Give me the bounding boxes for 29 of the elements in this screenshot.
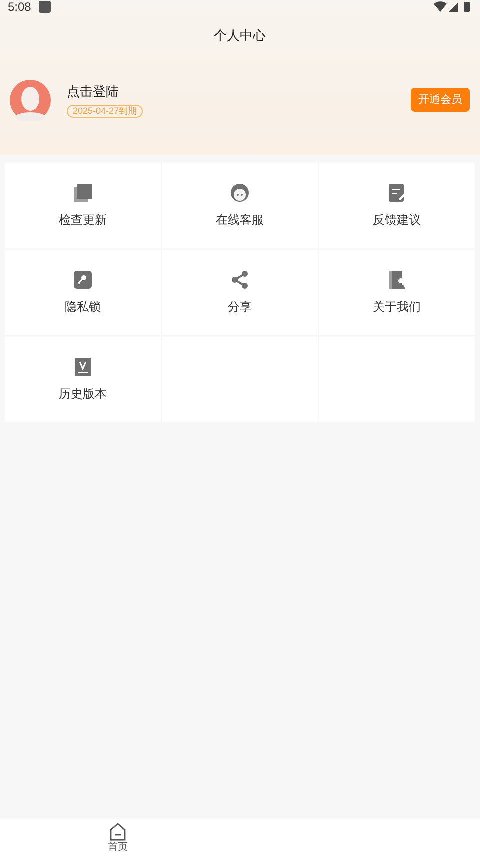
menu-label: 分享: [228, 298, 252, 316]
menu-label: 反馈建议: [373, 212, 421, 228]
book-person-icon: [387, 270, 407, 290]
menu-label: 隐私锁: [65, 298, 101, 316]
edit-document-icon: [387, 182, 407, 202]
notification-icon: [39, 1, 52, 13]
expiry-badge: 2025-04-27到期: [67, 104, 144, 118]
version-document-icon: [73, 356, 93, 376]
menu-label: 在线客服: [216, 212, 264, 228]
page-title: 个人中心: [214, 27, 266, 45]
menu-tile[interactable]: 检查更新: [5, 163, 161, 248]
menu-tile[interactable]: 反馈建议: [319, 163, 475, 248]
avatar-icon: [10, 80, 51, 120]
menu-label: 关于我们: [373, 298, 421, 316]
stacked-squares-icon: [73, 182, 93, 202]
menu-tile[interactable]: 历史版本: [5, 337, 161, 422]
key-icon: [73, 270, 93, 290]
menu-label: 检查更新: [59, 212, 107, 228]
home-icon: [109, 823, 127, 841]
menu-tile[interactable]: 隐私锁: [5, 250, 161, 335]
status-icons: [434, 1, 472, 13]
menu-tile[interactable]: 在线客服: [162, 163, 318, 248]
login-link[interactable]: 点击登陆: [67, 82, 119, 102]
menu-tile[interactable]: 分享: [162, 250, 318, 335]
person-icon: [230, 182, 250, 202]
menu-tile[interactable]: 关于我们: [319, 250, 475, 335]
share-icon: [230, 270, 250, 290]
status-time: 5:08: [8, 0, 32, 16]
menu-label: 历史版本: [59, 386, 107, 402]
